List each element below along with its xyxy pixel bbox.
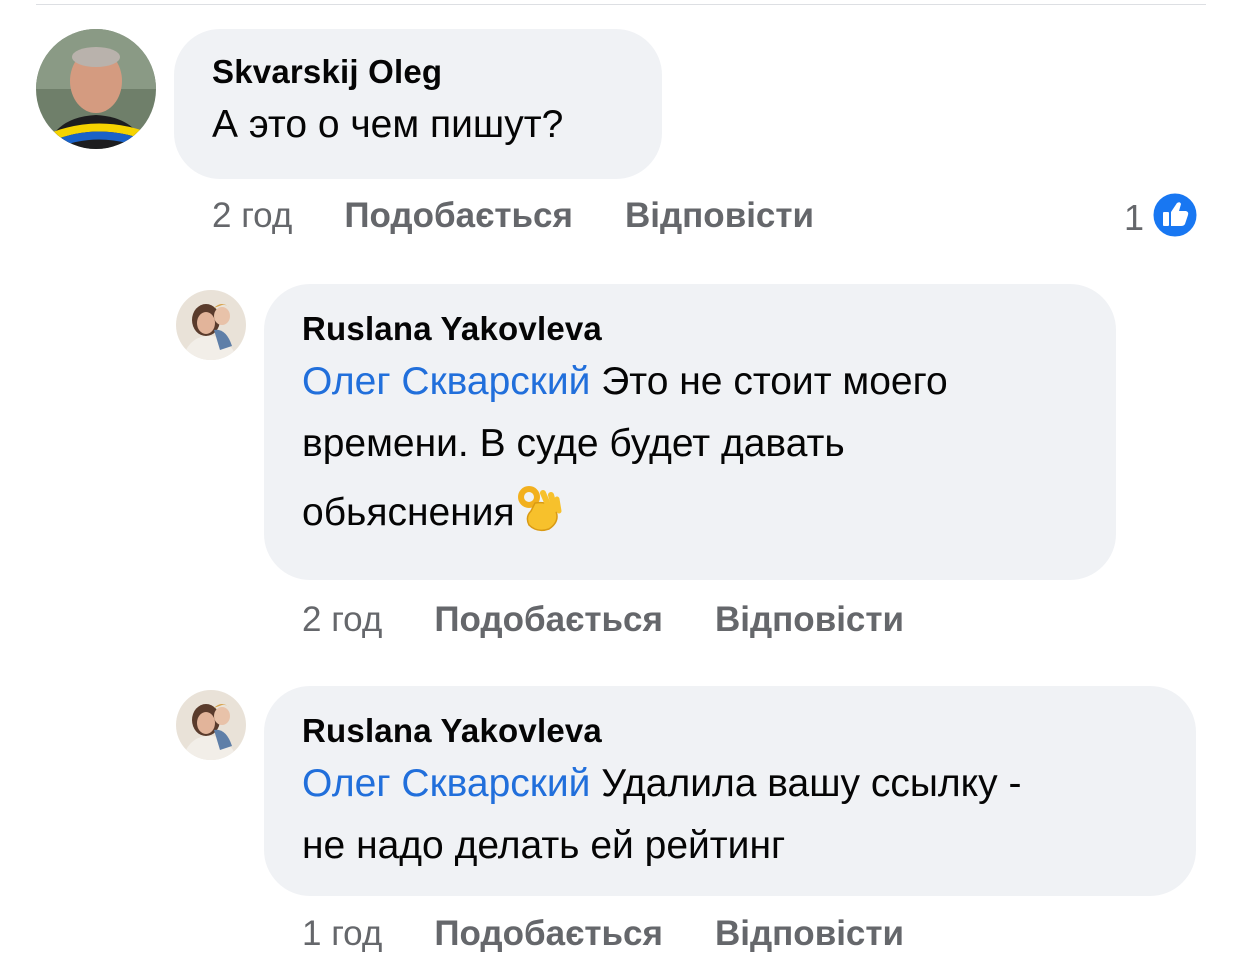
- comment-meta: 1 год Подобається Відповісти: [302, 914, 956, 954]
- avatar[interactable]: [36, 29, 156, 149]
- like-icon: [1150, 190, 1200, 245]
- reaction-count: 1: [1124, 196, 1145, 238]
- comment-meta: 2 год Подобається Відповісти: [212, 196, 866, 236]
- like-button[interactable]: Подобається: [434, 914, 663, 954]
- comment-text: Олег Скварский Это не стоит моего времен…: [302, 351, 1078, 559]
- comment-text: Олег Скварский Удалила вашу ссылку - не …: [302, 753, 1158, 877]
- reply-button[interactable]: Відповісти: [625, 196, 814, 236]
- like-button[interactable]: Подобається: [434, 600, 663, 640]
- comment-text: А это о чем пишут?: [212, 103, 564, 146]
- avatar[interactable]: [176, 690, 246, 760]
- reaction-summary[interactable]: 1: [1124, 190, 1200, 245]
- reply-button[interactable]: Відповісти: [715, 914, 904, 954]
- comment-text-line: обьяснения: [302, 491, 515, 534]
- comment-author[interactable]: Skvarskij Oleg: [212, 55, 624, 88]
- mention-link[interactable]: Олег Скварский: [302, 360, 590, 403]
- comment-text-line: времени. В суде будет давать: [302, 422, 845, 465]
- comment-text-line: Это не стоит моего: [590, 360, 948, 403]
- comment-bubble: Skvarskij Oleg А это о чем пишут?: [174, 29, 662, 179]
- like-button[interactable]: Подобається: [344, 196, 573, 236]
- divider: [36, 4, 1206, 5]
- comment-text-line: не надо делать ей рейтинг: [302, 824, 786, 867]
- reply-button[interactable]: Відповісти: [715, 600, 904, 640]
- comment-bubble: Ruslana Yakovleva Олег Скварский Это не …: [264, 284, 1116, 580]
- mention-link[interactable]: Олег Скварский: [302, 762, 590, 805]
- comment-time[interactable]: 2 год: [212, 196, 292, 236]
- comment-time[interactable]: 1 год: [302, 914, 382, 954]
- avatar[interactable]: [176, 290, 246, 360]
- comment-bubble: Ruslana Yakovleva Олег Скварский Удалила…: [264, 686, 1196, 896]
- comment-author[interactable]: Ruslana Yakovleva: [302, 312, 1078, 345]
- comment-time[interactable]: 2 год: [302, 600, 382, 640]
- comment-author[interactable]: Ruslana Yakovleva: [302, 714, 1158, 747]
- comment-meta: 2 год Подобається Відповісти: [302, 600, 956, 640]
- ok-hand-icon: [515, 483, 565, 559]
- comment-text-line: Удалила вашу ссылку -: [590, 762, 1022, 805]
- comments-thread: Skvarskij Oleg А это о чем пишут? 2 год …: [0, 0, 1242, 965]
